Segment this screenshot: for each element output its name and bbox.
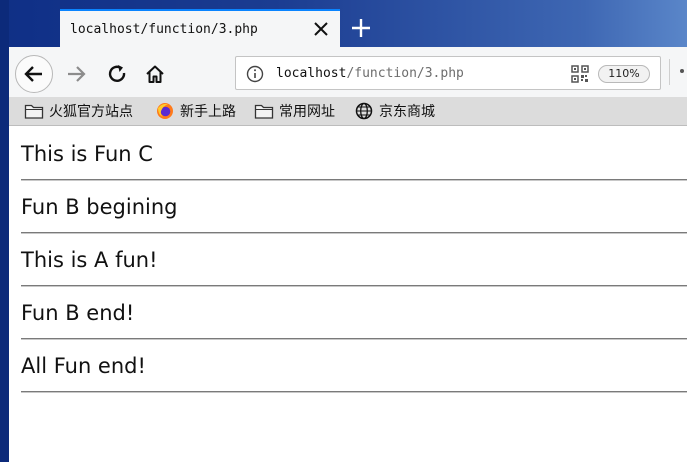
new-tab-icon[interactable]: [349, 16, 373, 40]
qr-code-icon[interactable]: [571, 65, 589, 83]
output-line: Fun B end!: [21, 301, 135, 325]
back-arrow-icon: [24, 66, 42, 82]
folder-icon: [24, 104, 44, 119]
url-path: /function/3.php: [346, 66, 464, 81]
bookmark-label: 火狐官方站点: [49, 104, 133, 120]
window-edge: [0, 0, 9, 462]
horizontal-rule: [21, 285, 687, 287]
menu-dot-icon[interactable]: [680, 69, 684, 73]
tab-title: localhost/function/3.php: [70, 22, 258, 37]
reload-icon: [108, 65, 126, 82]
bookmark-getting-started[interactable]: 新手上路: [155, 101, 236, 121]
folder-icon: [254, 104, 274, 119]
output-line: All Fun end!: [21, 354, 146, 378]
home-button[interactable]: [138, 57, 172, 91]
bookmarks-bar: 火狐官方站点 新手上路 常用网址 京东商城: [9, 97, 687, 126]
output-line: This is Fun C: [21, 142, 153, 166]
bookmark-label: 京东商城: [379, 104, 435, 120]
info-icon[interactable]: [246, 65, 264, 83]
bookmark-jd-mall[interactable]: 京东商城: [354, 101, 435, 121]
forward-arrow-icon: [68, 66, 86, 82]
horizontal-rule: [21, 391, 687, 393]
horizontal-rule: [21, 232, 687, 234]
output-line: This is A fun!: [21, 248, 158, 272]
close-tab-icon[interactable]: [312, 20, 330, 38]
horizontal-rule: [21, 179, 687, 181]
bookmark-common-sites[interactable]: 常用网址: [254, 101, 335, 121]
zoom-level-badge[interactable]: 110%: [598, 65, 650, 83]
page-content: This is Fun C Fun B begining This is A f…: [21, 127, 687, 393]
bookmark-label: 常用网址: [279, 104, 335, 120]
forward-button[interactable]: [59, 57, 93, 91]
back-button[interactable]: [15, 55, 53, 93]
navigation-bar: localhost/function/3.php 110%: [9, 47, 687, 97]
reload-button[interactable]: [100, 57, 134, 91]
bookmark-label: 新手上路: [180, 104, 236, 120]
tab-active[interactable]: localhost/function/3.php: [60, 9, 340, 47]
tab-strip: localhost/function/3.php: [0, 0, 687, 47]
horizontal-rule: [21, 338, 687, 340]
url-bar[interactable]: localhost/function/3.php 110%: [235, 56, 661, 90]
url-host: localhost: [276, 66, 347, 81]
output-line: Fun B begining: [21, 195, 178, 219]
bookmark-firefox-official-sites[interactable]: 火狐官方站点: [24, 101, 133, 121]
toolbar-separator: [669, 59, 670, 85]
home-icon: [146, 65, 164, 83]
globe-icon: [355, 102, 373, 120]
firefox-icon: [157, 103, 173, 119]
url-text[interactable]: localhost/function/3.php: [276, 66, 464, 81]
